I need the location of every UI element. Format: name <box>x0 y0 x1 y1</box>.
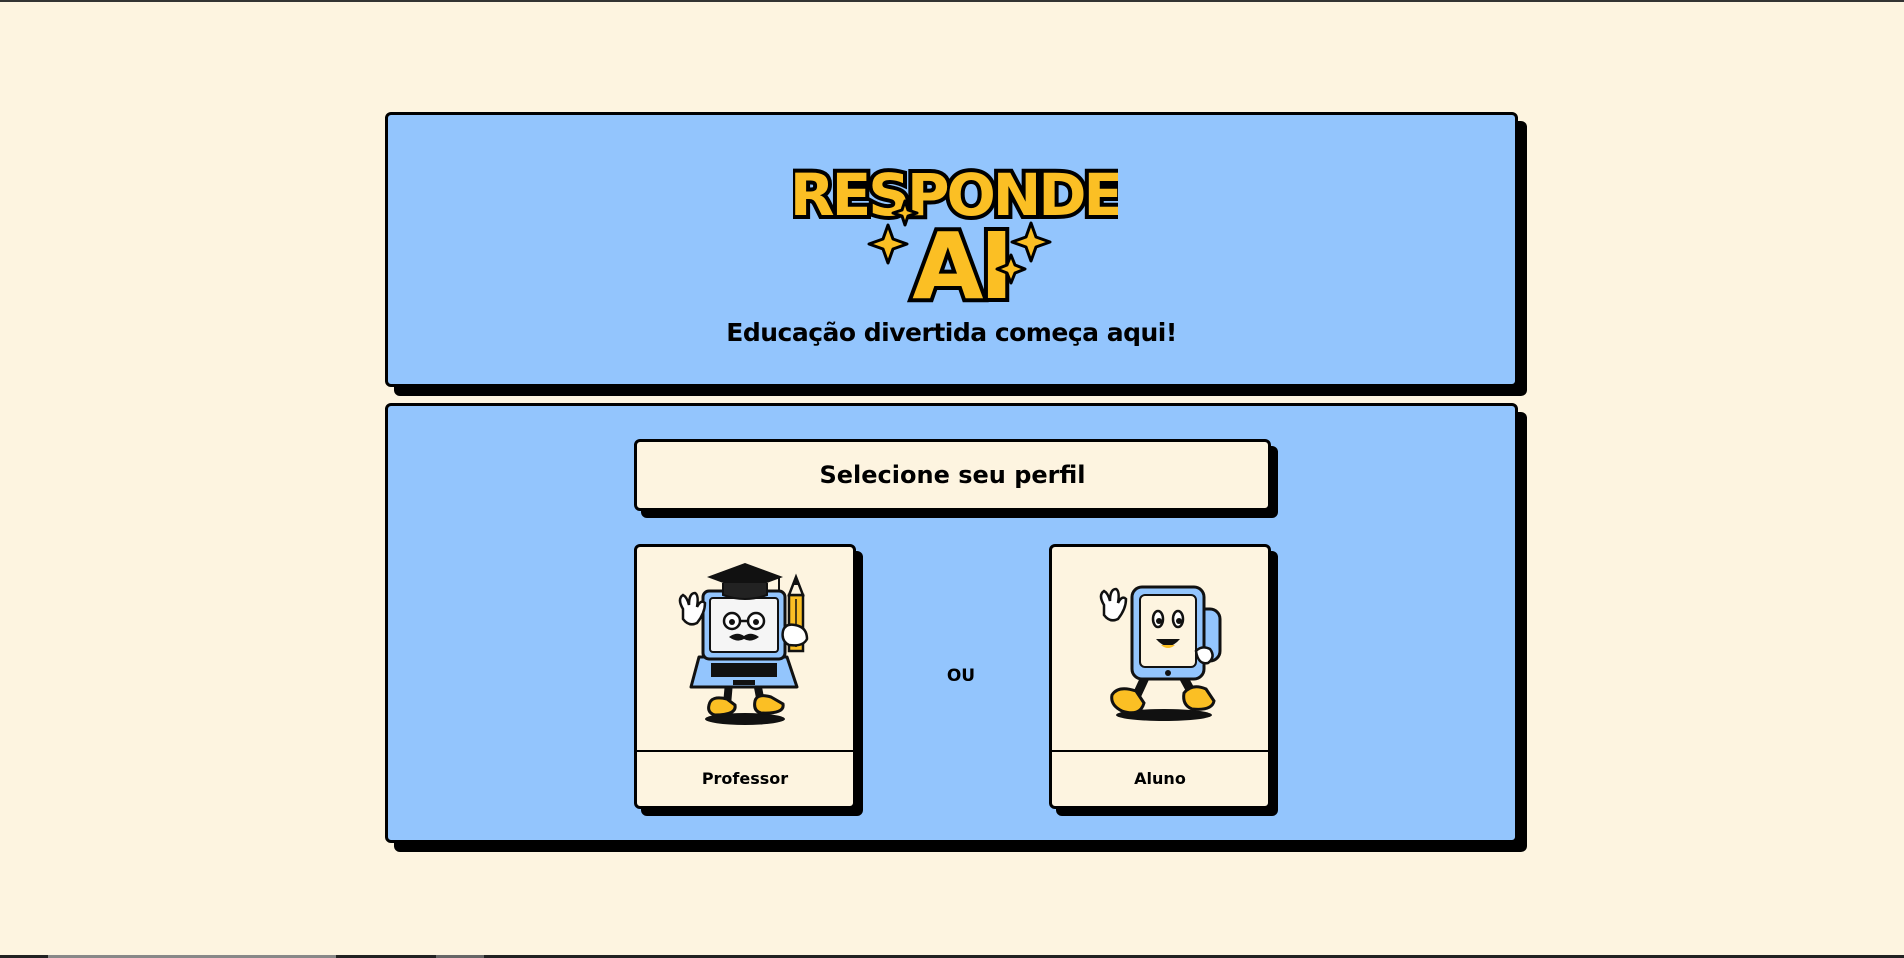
laptop-teacher-mascot-icon <box>678 563 809 725</box>
responde-ai-logo: RESPONDE AI <box>793 157 1118 303</box>
logo-text-ai: AI <box>912 213 1009 303</box>
tagline: Educação divertida começa aqui! <box>726 318 1177 347</box>
window-top-border <box>0 0 1904 2</box>
student-card[interactable]: Aluno <box>1049 544 1271 809</box>
profile-panel: Selecione seu perfil Professor OU Aluno <box>385 403 1518 843</box>
professor-image <box>637 547 853 752</box>
hero-panel: RESPONDE AI Educação divertida começa aq… <box>385 112 1518 387</box>
tablet-student-mascot-icon <box>1099 585 1222 721</box>
student-label: Aluno <box>1134 768 1186 788</box>
student-image <box>1052 547 1268 752</box>
professor-label: Professor <box>701 768 789 788</box>
professor-card[interactable]: Professor <box>634 544 856 809</box>
or-separator: OU <box>946 666 976 686</box>
profile-title: Selecione seu perfil <box>819 461 1086 489</box>
profile-title-box: Selecione seu perfil <box>634 439 1271 511</box>
